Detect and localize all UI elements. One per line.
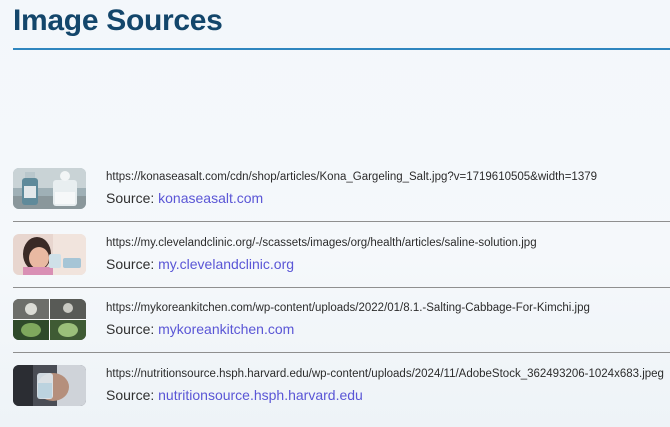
source-thumbnail[interactable]	[13, 234, 86, 275]
source-line: Source: my.clevelandclinic.org	[106, 256, 294, 272]
source-label: Source:	[106, 256, 159, 272]
source-line: Source: konaseasalt.com	[106, 190, 263, 206]
salt-jars-image	[13, 168, 86, 209]
title-divider	[13, 48, 670, 50]
page-title: Image Sources	[13, 4, 223, 37]
salting-cabbage-image	[13, 299, 86, 340]
child-drinking-image	[13, 234, 86, 275]
source-link[interactable]: mykoreankitchen.com	[158, 321, 294, 337]
source-label: Source:	[106, 321, 159, 337]
source-url: https://mykoreankitchen.com/wp-content/u…	[106, 302, 590, 314]
source-line: Source: mykoreankitchen.com	[106, 321, 294, 337]
source-label: Source:	[106, 190, 159, 206]
source-item-clevelandclinic: https://my.clevelandclinic.org/-/scasset…	[0, 222, 670, 288]
source-link[interactable]: nutritionsource.hsph.harvard.edu	[158, 387, 363, 403]
source-thumbnail[interactable]	[13, 299, 86, 340]
source-label: Source:	[106, 387, 159, 403]
glass-of-water-image	[13, 365, 86, 406]
source-item-harvard: https://nutritionsource.hsph.harvard.edu…	[0, 353, 670, 419]
source-thumbnail[interactable]	[13, 365, 86, 406]
source-url: https://konaseasalt.com/cdn/shop/article…	[106, 171, 598, 183]
source-url: https://nutritionsource.hsph.harvard.edu…	[106, 368, 664, 380]
source-item-konaseasalt: https://konaseasalt.com/cdn/shop/article…	[0, 156, 670, 222]
source-url: https://my.clevelandclinic.org/-/scasset…	[106, 237, 537, 249]
source-thumbnail[interactable]	[13, 168, 86, 209]
source-line: Source: nutritionsource.hsph.harvard.edu	[106, 387, 363, 403]
source-link[interactable]: my.clevelandclinic.org	[158, 256, 294, 272]
source-link[interactable]: konaseasalt.com	[158, 190, 263, 206]
source-item-mykoreankitchen: https://mykoreankitchen.com/wp-content/u…	[0, 287, 670, 353]
